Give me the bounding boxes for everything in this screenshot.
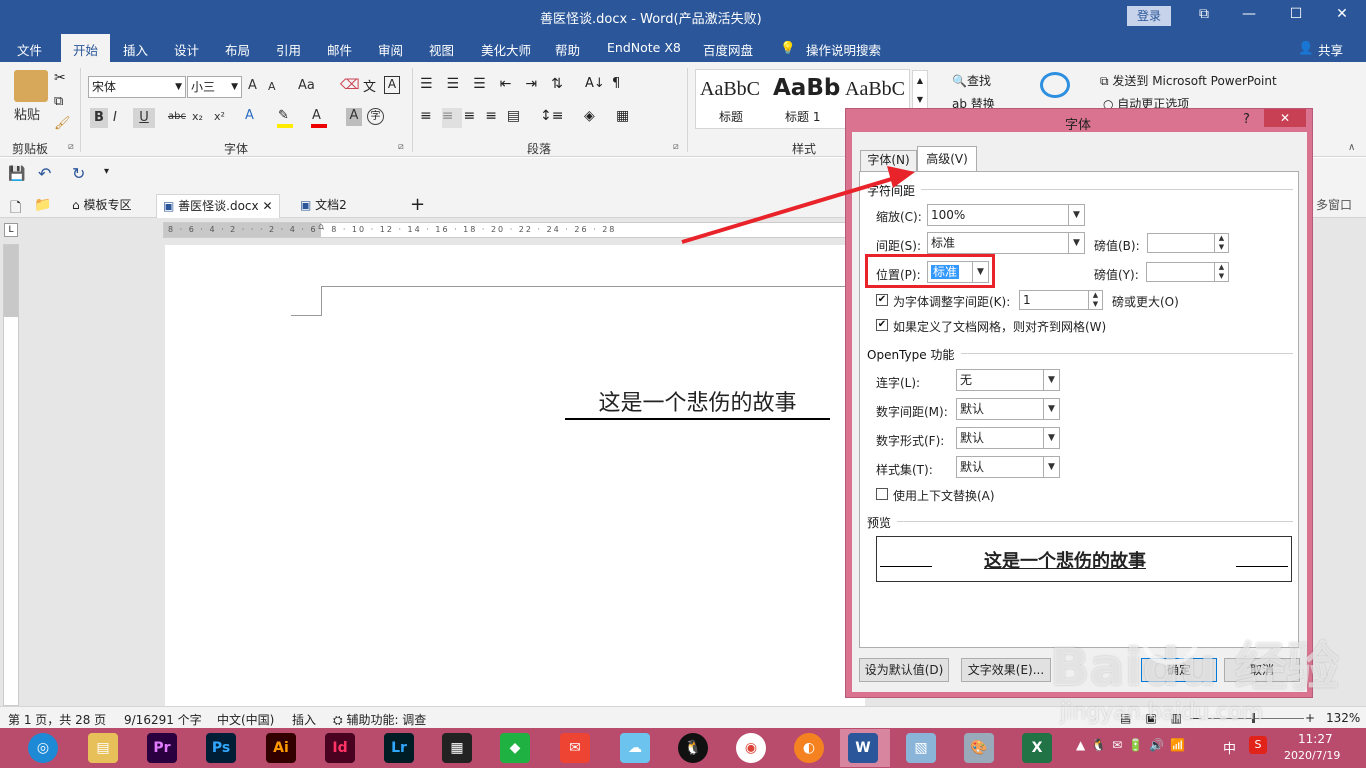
paw-icon xyxy=(1142,619,1198,665)
watermark-url: jingyan.baidu.com xyxy=(1060,700,1264,725)
